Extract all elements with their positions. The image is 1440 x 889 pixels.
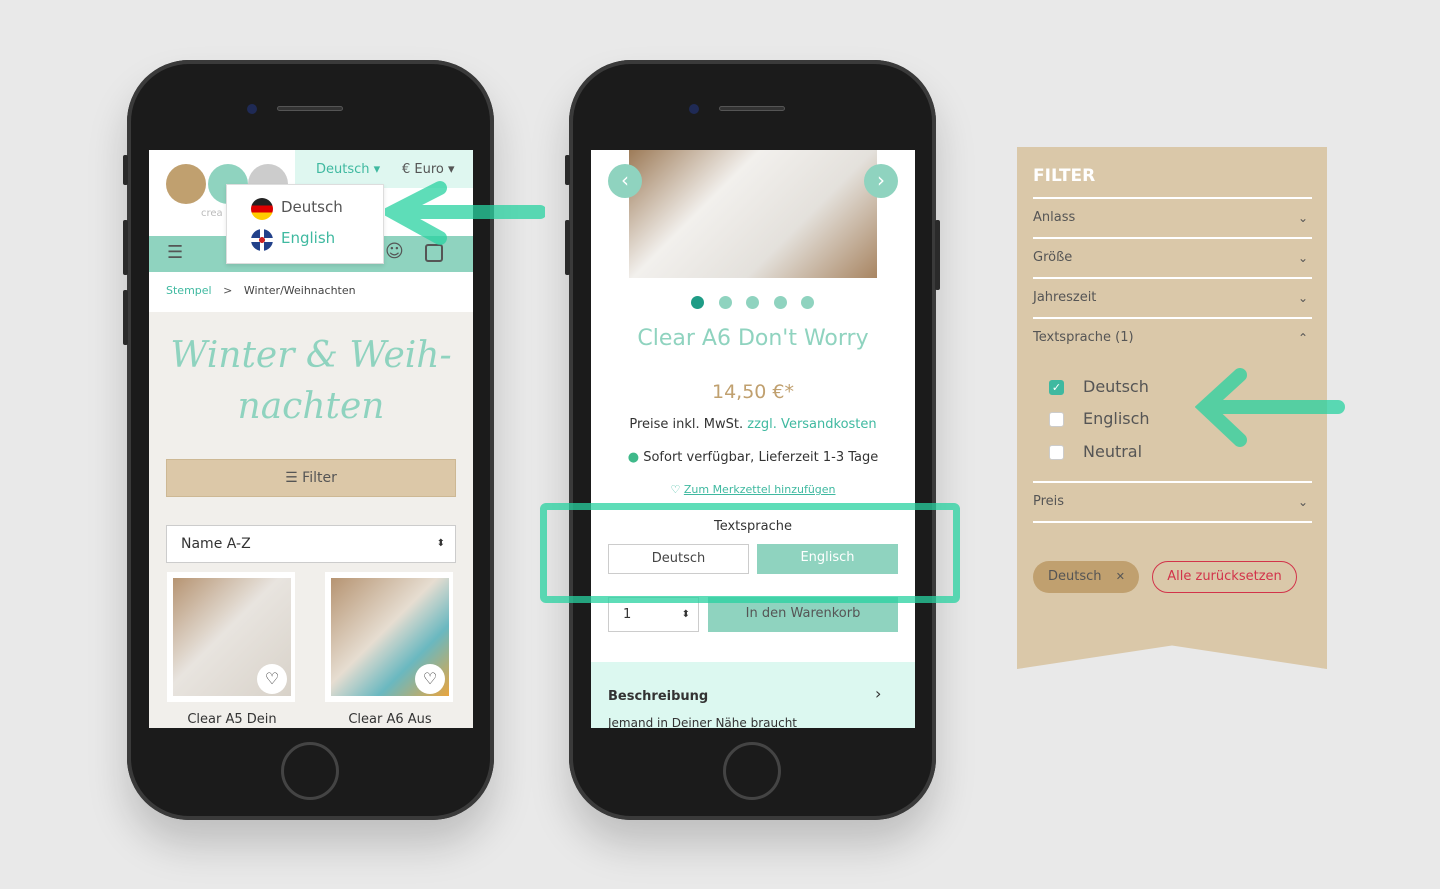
product-price: 14,50 €* [711,381,795,403]
checkbox-deutsch[interactable]: ✓ [1049,380,1064,395]
product-name[interactable]: Clear A6 Aus [315,712,465,727]
heart-icon: ♡ [670,483,681,496]
tax-note: Preise inkl. MwSt. zzgl. Versandkosten [629,417,877,432]
sort-select[interactable]: Name A-Z ⬍ [166,525,456,563]
description-title: Beschreibung [608,689,709,704]
highlight-arrow [1195,368,1345,447]
chevron-down-icon: ⌄ [1297,291,1308,305]
product-name[interactable]: Clear A5 Dein [157,712,307,727]
page-title: Winter & Weih- [170,335,452,376]
filter-group-groesse[interactable]: Größe ⌄ [1033,237,1312,277]
heart-icon[interactable]: ♡ [257,664,287,694]
active-filter-tag[interactable]: Deutsch ✕ [1033,561,1139,593]
breadcrumb: Stempel > Winter/Weihnachten [166,284,356,297]
camera-icon [689,104,699,114]
description-preview: Jemand in Deiner Nähe braucht [608,716,797,728]
speaker [277,106,343,111]
chevron-right-icon: › [875,684,882,703]
chevron-up-icon: ⌃ [1297,331,1308,345]
breadcrumb-current: Winter/Weihnachten [243,284,356,297]
page-title-cont: nachten [237,386,385,427]
checkbox-neutral[interactable] [1049,445,1064,460]
gallery-dot[interactable] [774,296,787,309]
gallery-dot[interactable] [691,296,704,309]
speaker [719,106,785,111]
phone-mockup-category: crea Deutsch ▾ € Euro ▾ Deutsch English … [123,60,494,820]
filter-group-anlass[interactable]: Anlass ⌄ [1033,197,1312,237]
product-card[interactable]: ♡ [325,572,453,702]
filter-button[interactable]: ☰ Filter [166,459,456,497]
close-icon[interactable]: ✕ [1116,561,1125,593]
gallery-dot[interactable] [719,296,732,309]
shipping-link[interactable]: zzgl. Versandkosten [747,417,876,432]
gallery-next-button[interactable]: › [864,164,898,198]
language-dropdown: Deutsch English [226,184,384,264]
chevron-right-icon: > [223,284,233,297]
checkbox-englisch[interactable] [1049,412,1064,427]
camera-icon [247,104,257,114]
option-deutsch[interactable]: Deutsch [1083,377,1149,396]
breadcrumb-stempel[interactable]: Stempel [166,284,212,297]
filter-group-jahreszeit[interactable]: Jahreszeit ⌄ [1033,277,1312,317]
status-dot-icon: ● [627,450,640,465]
product-screen: ‹ › Clear A6 Don't Worry 14,50 €* Preise… [591,150,915,728]
currency-select[interactable]: € Euro ▾ [402,162,455,177]
home-button [723,742,781,800]
availability: ● Sofort verfügbar, Lieferzeit 1-3 Tage [627,450,879,465]
phone-mockup-product: ‹ › Clear A6 Don't Worry 14,50 €* Preise… [565,60,940,820]
uk-flag-icon [251,229,273,251]
highlight-marker [540,503,960,603]
chevron-down-icon: ⌄ [1297,211,1308,225]
gallery-dot[interactable] [801,296,814,309]
language-select[interactable]: Deutsch ▾ [316,162,380,177]
sliders-icon: ☰ [285,470,298,486]
filter-group-preis[interactable]: Preis ⌄ [1033,481,1312,523]
highlight-arrow [385,181,545,245]
gallery-dot[interactable] [746,296,759,309]
de-flag-icon [251,198,273,220]
filter-title: FILTER [1033,166,1096,186]
product-title: Clear A6 Don't Worry [637,326,869,351]
description-section[interactable]: Beschreibung › Jemand in Deiner Nähe bra… [591,662,915,728]
heart-icon[interactable]: ♡ [415,664,445,694]
product-card[interactable]: ♡ [167,572,295,702]
option-neutral[interactable]: Neutral [1083,442,1142,461]
chevron-down-icon: ⌄ [1297,251,1308,265]
option-englisch[interactable]: Englisch [1083,409,1150,428]
menu-icon[interactable]: ☰ [167,242,183,263]
wishlist-link[interactable]: ♡ Zum Merkzettel hinzufügen [591,483,915,496]
language-option-english[interactable]: English [281,229,335,247]
reset-filters-button[interactable]: Alle zurücksetzen [1152,561,1297,593]
logo[interactable] [166,164,206,204]
home-button [281,742,339,800]
gallery-prev-button[interactable]: ‹ [608,164,642,198]
product-image [629,150,877,278]
chevron-down-icon: ⌄ [1297,495,1308,509]
language-option-deutsch[interactable]: Deutsch [281,198,343,216]
logo-text: crea [201,208,223,219]
